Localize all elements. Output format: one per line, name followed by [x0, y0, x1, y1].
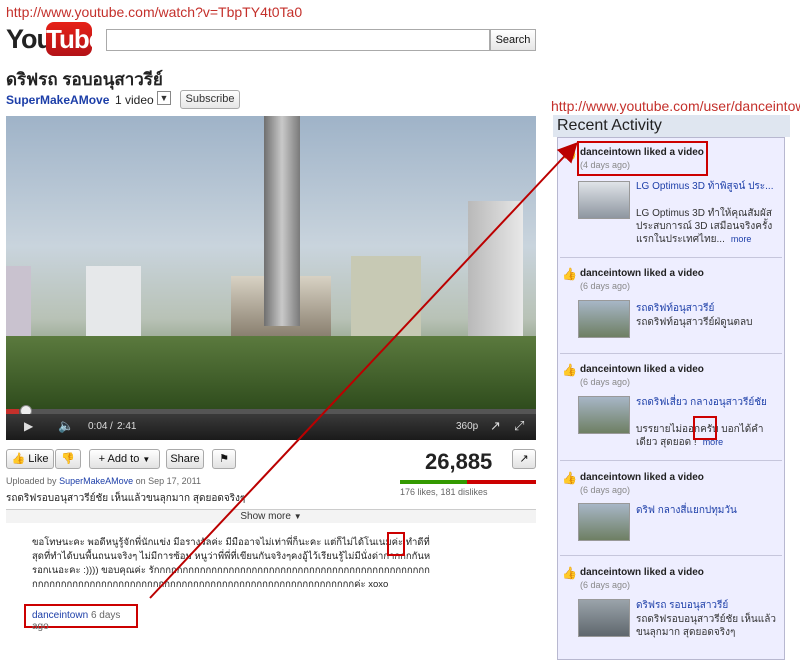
annotation-arrow: [149, 142, 578, 599]
